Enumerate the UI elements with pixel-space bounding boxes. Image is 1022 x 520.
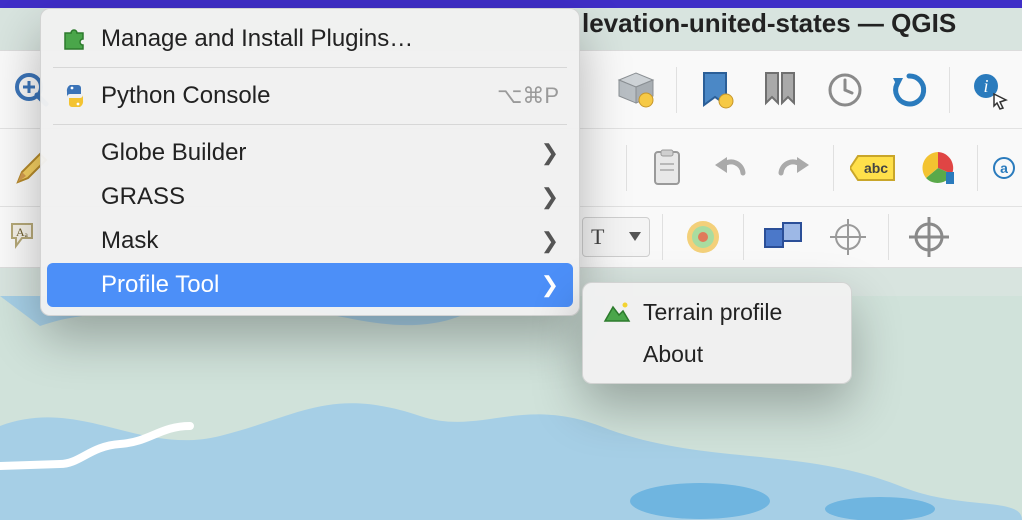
menu-item-python-console[interactable]: Python Console ⌥⌘P	[41, 74, 579, 118]
toolbar-separator	[626, 145, 627, 191]
menu-item-globe-builder[interactable]: Globe Builder ❯	[41, 131, 579, 175]
plugins-menu: Manage and Install Plugins… Python Conso…	[40, 8, 580, 316]
svg-text:abc: abc	[864, 160, 888, 176]
toolbar-separator	[662, 214, 663, 260]
chevron-right-icon: ❯	[541, 140, 559, 166]
bookmark-icon	[698, 69, 736, 111]
python-icon	[61, 82, 89, 110]
refresh-icon	[889, 70, 929, 110]
chevron-right-icon: ❯	[541, 272, 559, 298]
toolbar-redo-button[interactable]	[766, 140, 821, 196]
annotation-icon: Aₐ	[8, 220, 42, 254]
map-canvas[interactable]	[0, 296, 1022, 520]
menu-label: Profile Tool	[101, 271, 533, 299]
toolbar-identify-button[interactable]: i	[962, 62, 1018, 118]
puzzle-icon	[61, 25, 89, 53]
toolbar-bookmark2-button[interactable]	[753, 62, 809, 118]
chevron-right-icon: ❯	[541, 184, 559, 210]
toolbar-refresh-button[interactable]	[881, 62, 937, 118]
window-title: levation-united-states — QGIS	[582, 8, 956, 39]
toolbar-text-button[interactable]: T	[582, 217, 650, 257]
abc-label-icon: abc	[850, 154, 898, 182]
toolbar-undo-button[interactable]	[702, 140, 757, 196]
profile-tool-submenu: Terrain profile About	[582, 282, 852, 384]
window-chrome-strip	[0, 0, 1022, 8]
layer-gear-icon	[616, 70, 656, 110]
menu-divider	[53, 67, 567, 68]
toolbar-separator	[977, 145, 978, 191]
submenu-item-terrain-profile[interactable]: Terrain profile	[583, 291, 851, 333]
offset-icon	[763, 221, 805, 253]
crosshair-icon	[828, 217, 868, 257]
menu-label: Python Console	[101, 82, 497, 110]
clock-icon	[825, 70, 865, 110]
toolbar-time-button[interactable]	[817, 62, 873, 118]
svg-text:i: i	[983, 76, 988, 96]
redo-icon	[775, 153, 813, 183]
menu-item-manage-plugins[interactable]: Manage and Install Plugins…	[41, 17, 579, 61]
undo-icon	[711, 153, 749, 183]
submenu-label: Terrain profile	[643, 299, 831, 326]
pie-chart-icon	[918, 148, 958, 188]
toolbar-offset-button[interactable]	[756, 209, 812, 265]
chevron-down-icon	[629, 232, 641, 242]
text-T-icon: T	[591, 224, 604, 250]
info-cursor-icon: i	[970, 70, 1010, 110]
toolbar-bookmark-button[interactable]	[689, 62, 745, 118]
menu-shortcut: ⌥⌘P	[497, 83, 559, 109]
chevron-right-icon: ❯	[541, 228, 559, 254]
toolbar-globe-symbol-button[interactable]	[675, 209, 731, 265]
globe-symbol-icon	[683, 217, 723, 257]
bookmark2-icon	[760, 69, 802, 111]
svg-text:Aₐ: Aₐ	[16, 225, 29, 239]
toolbar-button-layer-settings[interactable]	[608, 62, 664, 118]
toolbar-piechart-button[interactable]	[910, 140, 965, 196]
terrain-icon	[603, 301, 631, 323]
menu-divider	[53, 124, 567, 125]
paste-icon	[649, 148, 685, 188]
submenu-label: About	[643, 341, 831, 368]
toolbar-separator	[743, 214, 744, 260]
toolbar-crosshair2-button[interactable]	[901, 209, 957, 265]
letter-a-icon: a	[993, 154, 1015, 182]
crosshair2-icon	[909, 217, 949, 257]
toolbar-separator	[833, 145, 834, 191]
toolbar-a-button[interactable]: a	[990, 140, 1018, 196]
menu-item-grass[interactable]: GRASS ❯	[41, 175, 579, 219]
toolbar-separator	[676, 67, 677, 113]
menu-label: Manage and Install Plugins…	[101, 25, 559, 53]
menu-label: Mask	[101, 227, 533, 255]
toolbar-paste-button[interactable]	[639, 140, 694, 196]
menu-item-profile-tool[interactable]: Profile Tool ❯	[47, 263, 573, 307]
menu-item-mask[interactable]: Mask ❯	[41, 219, 579, 263]
svg-text:a: a	[1000, 160, 1008, 176]
toolbar-separator	[949, 67, 950, 113]
toolbar-separator	[888, 214, 889, 260]
toolbar-abc-button[interactable]: abc	[846, 140, 901, 196]
toolbar-crosshair-button[interactable]	[820, 209, 876, 265]
menu-label: GRASS	[101, 183, 533, 211]
submenu-item-about[interactable]: About	[583, 333, 851, 375]
menu-label: Globe Builder	[101, 139, 533, 167]
